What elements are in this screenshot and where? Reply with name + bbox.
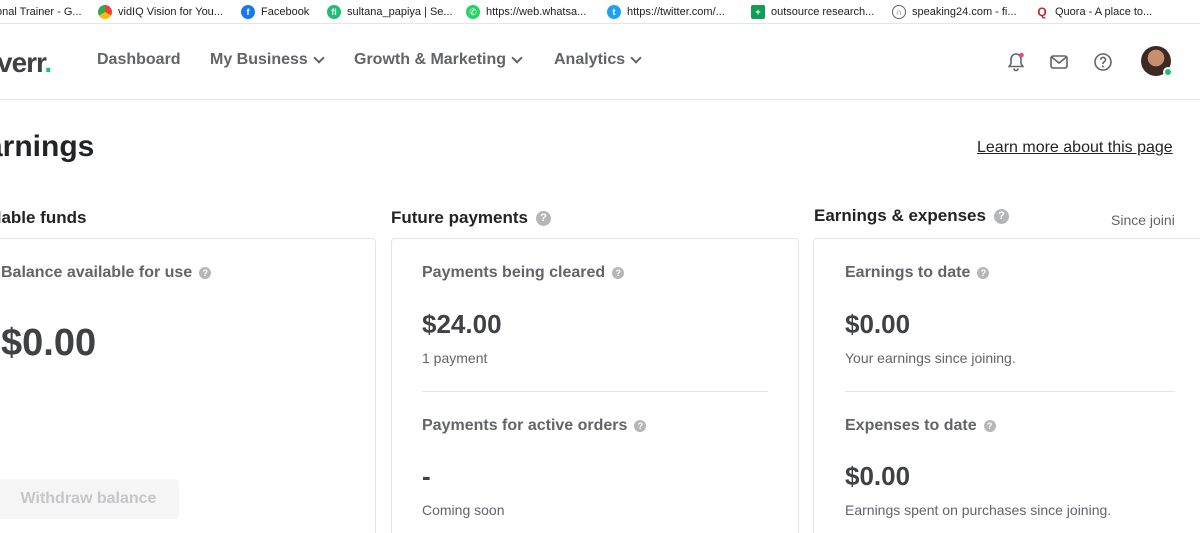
card-label-text: Payments being cleared [422,264,606,281]
earnings-to-date-amount: $0.00 [845,309,911,339]
bell-icon[interactable] [1005,51,1027,73]
bookmark-label: outsource research... [771,6,875,18]
whatsapp-icon: ✆ [466,5,480,19]
bookmark-item[interactable]: ✆ https://web.whatsa... [466,0,587,23]
active-orders-label: Payments for active orders ? [422,417,647,435]
balance-label: Balance available for use ? [1,264,212,282]
available-funds-title: ilable funds [0,208,86,228]
payments-cleared-count: 1 payment [422,350,488,366]
logo-dot: . [44,47,52,78]
help-icon[interactable]: ? [977,267,990,279]
divider [845,391,1175,392]
bookmark-item[interactable]: t https://twitter.com/... [607,0,725,23]
balance-amount: $0.00 [1,322,97,364]
chevron-down-icon [313,52,325,64]
bookmark-label: Facebook [261,6,310,18]
chrome-webstore-icon [98,5,112,19]
card-label-text: Payments for active orders [422,417,628,434]
card-label-text: Expenses to date [845,417,977,434]
expenses-to-date-description: Earnings spent on purchases since joinin… [845,502,1112,518]
bookmark-item[interactable]: vidIQ Vision for You... [98,0,223,23]
withdraw-balance-button[interactable]: Withdraw balance [0,479,179,519]
help-icon[interactable]: ? [993,208,1009,224]
card-label-text: Balance available for use [1,264,193,281]
nav-item-label: Analytics [554,51,626,68]
avatar[interactable] [1141,46,1173,77]
future-payments-title: Future payments ? [391,208,551,228]
quora-icon: Q [1035,5,1049,19]
fiverr-icon: fi [327,5,341,19]
future-payments-card: Payments being cleared ? $24.00 1 paymen… [391,238,799,533]
bookmark-label: onal Trainer - G... [0,6,82,18]
earnings-expenses-title: Earnings & expenses ? [814,206,1009,226]
help-icon[interactable]: ? [199,267,212,279]
nav-item-label: Dashboard [97,51,181,68]
bookmark-label: https://web.whatsa... [486,6,587,18]
logo-text: verr [0,47,45,78]
bookmark-item[interactable]: ∩ speaking24.com - fi... [892,0,1017,23]
nav-item-label: My Business [210,51,308,68]
nav-dashboard[interactable]: Dashboard [97,51,181,69]
active-orders-status: Coming soon [422,502,505,518]
chevron-down-icon [511,52,523,64]
bookmark-item[interactable]: onal Trainer - G... [0,0,82,23]
earnings-to-date-description: Your earnings since joining. [845,350,1016,366]
facebook-icon: f [241,5,255,19]
mail-icon[interactable] [1048,51,1070,73]
earnings-to-date-label: Earnings to date ? [845,264,990,282]
active-orders-amount: - [422,461,431,491]
earnings-expenses-card: Earnings to date ? $0.00 Your earnings s… [813,238,1200,533]
expenses-to-date-amount: $0.00 [845,461,911,491]
nav-analytics[interactable]: Analytics [554,51,642,69]
bookmark-item[interactable]: fi sultana_papiya | Se... [327,0,453,23]
card-label-text: Earnings to date [845,264,971,281]
divider [422,391,768,392]
help-icon[interactable]: ? [983,420,996,432]
chevron-down-icon [630,52,642,64]
section-title-text: Future payments [391,208,528,227]
bookmark-item[interactable]: + outsource research... [751,0,875,23]
help-icon[interactable]: ? [612,267,625,279]
bookmark-label: https://twitter.com/... [627,6,725,18]
bookmark-item[interactable]: Q Quora - A place to... [1035,0,1153,23]
nav-my-business[interactable]: My Business [210,51,325,69]
bookmark-label: vidIQ Vision for You... [118,6,223,18]
page-title: arnings [0,130,95,163]
online-status-dot [1163,67,1173,77]
bookmark-label: Quora - A place to... [1055,6,1153,18]
nav-growth-marketing[interactable]: Growth & Marketing [354,51,523,69]
period-selector[interactable]: Since joini [1111,212,1175,228]
sheets-icon: + [751,5,765,19]
twitter-icon: t [607,5,621,19]
section-title-text: ilable funds [0,208,87,227]
section-title-text: Earnings & expenses [814,206,986,225]
payments-cleared-label: Payments being cleared ? [422,264,625,282]
help-icon[interactable] [1092,51,1114,73]
help-icon[interactable]: ? [634,420,647,432]
help-icon[interactable]: ? [535,210,551,226]
bookmarks-bar: onal Trainer - G... vidIQ Vision for You… [0,0,1200,24]
payments-cleared-amount: $24.00 [422,309,502,339]
learn-more-link[interactable]: Learn more about this page [977,139,1173,157]
nav-item-label: Growth & Marketing [354,51,507,68]
bookmark-label: speaking24.com - fi... [912,6,1017,18]
bookmark-label: sultana_papiya | Se... [347,6,453,18]
fiverr-logo[interactable]: verr. [0,47,52,79]
headphones-icon: ∩ [892,5,906,19]
bookmark-item[interactable]: f Facebook [241,0,310,23]
expenses-to-date-label: Expenses to date ? [845,417,996,435]
top-nav: verr. Dashboard My Business Growth & Mar… [0,24,1200,100]
